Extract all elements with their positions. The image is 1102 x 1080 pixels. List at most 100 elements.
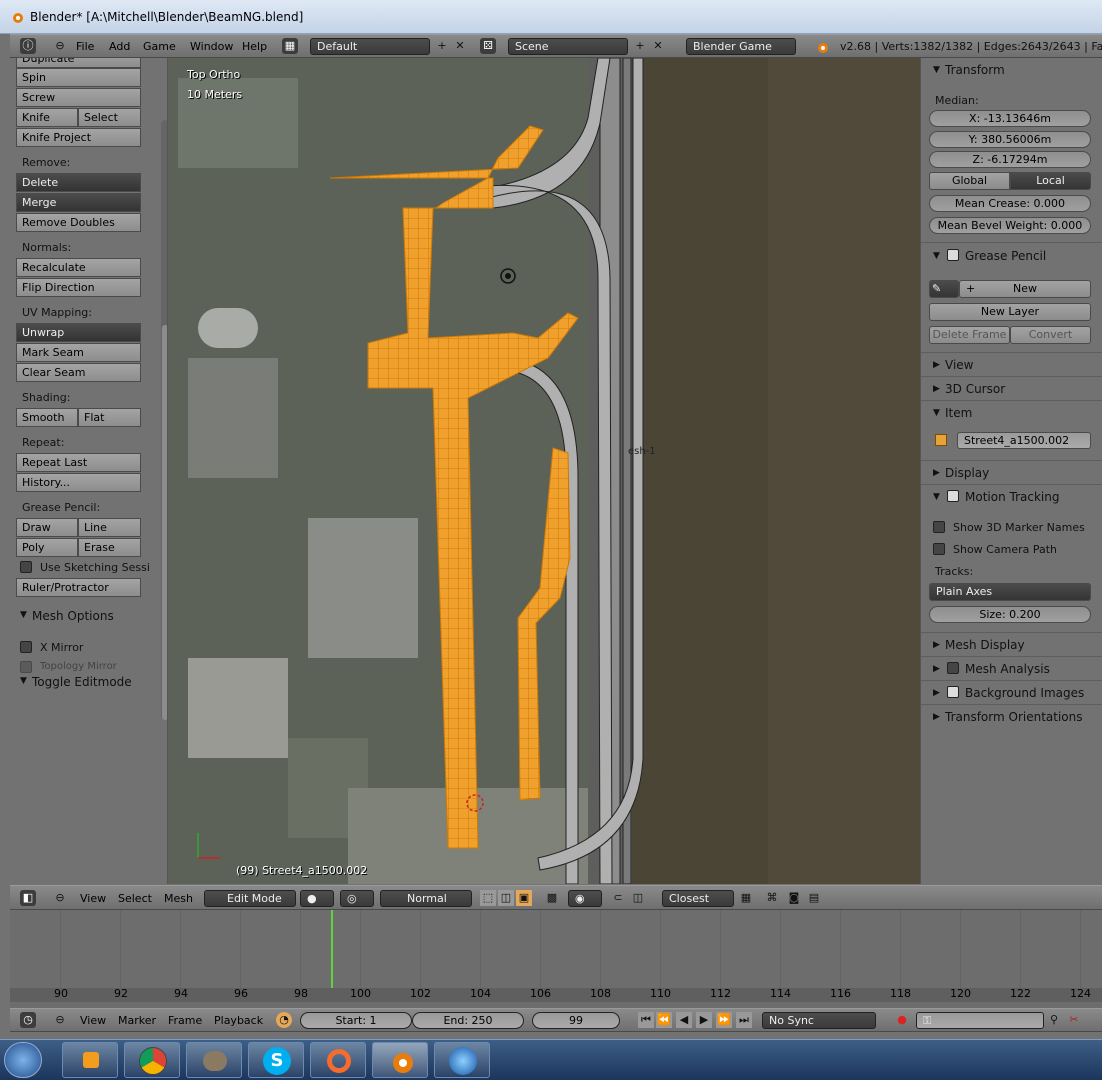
jump-start-icon[interactable]: ⏮ — [638, 1012, 654, 1028]
keying-set-field[interactable]: ⚿ — [916, 1012, 1044, 1029]
grease-pencil-checkbox[interactable] — [947, 249, 959, 261]
end-frame-field[interactable]: End: 250 — [412, 1012, 524, 1029]
scene-icon[interactable]: ⚄ — [480, 38, 496, 54]
snap-target-select[interactable]: Closest — [662, 890, 734, 907]
insert-keyframe-icon[interactable]: ⚲ — [1046, 1012, 1062, 1028]
x-mirror-checkbox[interactable] — [20, 641, 32, 653]
menu-add[interactable]: Add — [109, 40, 130, 53]
spin-button[interactable]: Spin — [16, 68, 141, 87]
unwrap-menu[interactable]: Unwrap — [16, 323, 141, 342]
collapse-menu-icon[interactable]: ⊖ — [52, 38, 68, 54]
screen-layout-field[interactable]: Default — [310, 38, 430, 55]
background-images-panel-header[interactable]: Background Images — [965, 686, 1084, 700]
tracks-display-select[interactable]: Plain Axes — [929, 583, 1091, 601]
toggle-editmode-collapse-icon[interactable]: ▼ — [20, 676, 27, 686]
render-animation-icon[interactable]: ▤ — [806, 890, 822, 906]
play-reverse-icon[interactable]: ◀ — [676, 1012, 692, 1028]
menu-playback[interactable]: Playback — [214, 1014, 263, 1027]
use-sketching-checkbox[interactable] — [20, 561, 32, 573]
delete-menu[interactable]: Delete — [16, 173, 141, 192]
median-x-field[interactable]: X: -13.13646m — [929, 110, 1091, 127]
mean-crease-field[interactable]: Mean Crease: 0.000 — [929, 195, 1091, 212]
global-toggle[interactable]: Global — [929, 172, 1010, 190]
origin-taskbar-icon[interactable] — [310, 1042, 366, 1078]
start-button-icon[interactable] — [4, 1042, 42, 1078]
flip-direction-button[interactable]: Flip Direction — [16, 278, 141, 297]
record-icon[interactable]: ● — [894, 1012, 910, 1028]
transform-orientation-select[interactable]: Normal — [380, 890, 472, 907]
mark-seam-button[interactable]: Mark Seam — [16, 343, 141, 362]
menu-help[interactable]: Help — [242, 40, 267, 53]
transform-panel-header[interactable]: Transform — [945, 63, 1005, 77]
median-y-field[interactable]: Y: 380.56006m — [929, 131, 1091, 148]
display-collapse-icon[interactable]: ▶ — [933, 468, 940, 478]
median-z-field[interactable]: Z: -6.17294m — [929, 151, 1091, 168]
play-icon[interactable]: ▶ — [696, 1012, 712, 1028]
new-grease-pencil-button[interactable]: + New — [959, 280, 1091, 298]
menu-window[interactable]: Window — [190, 40, 233, 53]
screen-layout-icon[interactable]: ▦ — [282, 38, 298, 54]
new-layer-button[interactable]: New Layer — [929, 303, 1091, 321]
opengl-render-icon[interactable]: ⌘ — [764, 890, 780, 906]
collapse-menu-icon[interactable]: ⊖ — [52, 890, 68, 906]
menu-file[interactable]: File — [76, 40, 94, 53]
poly-button[interactable]: Poly — [16, 538, 78, 557]
smooth-button[interactable]: Smooth — [16, 408, 78, 427]
google-earth-taskbar-icon[interactable] — [434, 1042, 490, 1078]
jump-keyframe-back-icon[interactable]: ⏪ — [656, 1012, 672, 1028]
info-editor-icon[interactable]: ⓘ — [20, 38, 36, 54]
mesh-analysis-panel-header[interactable]: Mesh Analysis — [965, 662, 1050, 676]
topology-mirror-checkbox[interactable] — [20, 661, 32, 673]
menu-mesh[interactable]: Mesh — [164, 892, 193, 905]
menu-view[interactable]: View — [80, 892, 106, 905]
motion-tracking-collapse-icon[interactable]: ▼ — [933, 492, 940, 502]
add-scene-icon[interactable]: + — [632, 38, 648, 54]
collapse-menu-icon[interactable]: ⊖ — [52, 1012, 68, 1028]
show-3d-marker-names-checkbox[interactable] — [933, 521, 945, 533]
timeline-editor-icon[interactable]: ◷ — [20, 1012, 36, 1028]
skype-taskbar-icon[interactable]: S — [248, 1042, 304, 1078]
remove-scene-icon[interactable]: ✕ — [650, 38, 666, 54]
mean-bevel-weight-field[interactable]: Mean Bevel Weight: 0.000 — [929, 217, 1091, 234]
editor-type-icon[interactable]: ◧ — [20, 890, 36, 906]
face-select-icon[interactable]: ▣ — [516, 890, 532, 906]
jump-end-icon[interactable]: ⏭ — [736, 1012, 752, 1028]
duplicate-button[interactable]: Duplicate — [16, 58, 141, 68]
transform-orientations-collapse-icon[interactable]: ▶ — [933, 712, 940, 722]
media-player-taskbar-icon[interactable] — [62, 1042, 118, 1078]
convert-button[interactable]: Convert — [1010, 326, 1091, 344]
delete-keyframe-icon[interactable]: ✂ — [1066, 1012, 1082, 1028]
toggle-editmode-panel-header[interactable]: Toggle Editmode — [32, 675, 132, 689]
erase-button[interactable]: Erase — [78, 538, 141, 557]
limit-selection-icon[interactable]: ▩ — [544, 890, 560, 906]
motion-tracking-checkbox[interactable] — [947, 490, 959, 502]
view-collapse-icon[interactable]: ▶ — [933, 360, 940, 370]
menu-select[interactable]: Select — [118, 892, 152, 905]
show-camera-path-checkbox[interactable] — [933, 543, 945, 555]
motion-tracking-panel-header[interactable]: Motion Tracking — [965, 490, 1059, 504]
mesh-display-collapse-icon[interactable]: ▶ — [933, 640, 940, 650]
knife-project-button[interactable]: Knife Project — [16, 128, 141, 147]
grease-pencil-panel-header[interactable]: Grease Pencil — [965, 249, 1046, 263]
line-button[interactable]: Line — [78, 518, 141, 537]
vertex-select-icon[interactable]: ⬚ — [480, 890, 496, 906]
draw-button[interactable]: Draw — [16, 518, 78, 537]
snap-magnet-icon[interactable]: ⊂ — [610, 890, 626, 906]
jump-keyframe-forward-icon[interactable]: ⏩ — [716, 1012, 732, 1028]
marker-size-field[interactable]: Size: 0.200 — [929, 606, 1091, 623]
remove-doubles-button[interactable]: Remove Doubles — [16, 213, 141, 232]
menu-marker[interactable]: Marker — [118, 1014, 156, 1027]
menu-view[interactable]: View — [80, 1014, 106, 1027]
menu-frame[interactable]: Frame — [168, 1014, 202, 1027]
mesh-analysis-checkbox[interactable] — [947, 662, 959, 674]
3d-cursor-panel-header[interactable]: 3D Cursor — [945, 382, 1005, 396]
delete-frame-button[interactable]: Delete Frame — [929, 326, 1010, 344]
timeline-editor[interactable]: 90 92 94 96 98 100 102 104 106 108 110 1… — [10, 910, 1102, 1008]
grease-pencil-collapse-icon[interactable]: ▼ — [933, 251, 940, 261]
display-panel-header[interactable]: Display — [945, 466, 989, 480]
clear-seam-button[interactable]: Clear Seam — [16, 363, 141, 382]
proportional-editing-select[interactable]: ◉ — [568, 890, 602, 907]
mesh-analysis-collapse-icon[interactable]: ▶ — [933, 664, 940, 674]
knife-button[interactable]: Knife — [16, 108, 78, 127]
mode-select[interactable]: Edit Mode — [204, 890, 296, 907]
